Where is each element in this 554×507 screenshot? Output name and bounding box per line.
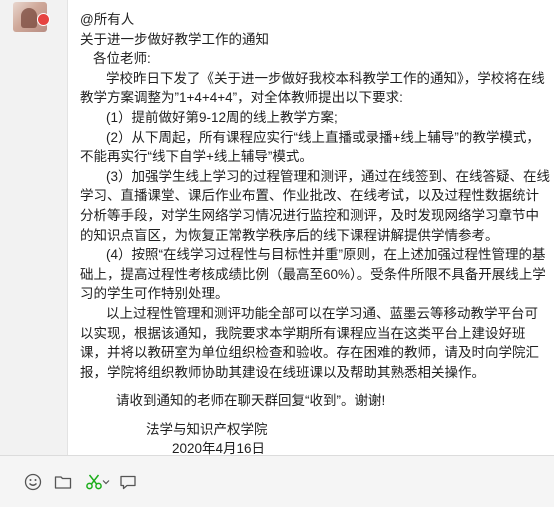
message-greeting: 各位老师: [93,51,151,67]
requirement-item-3: (3）加强学生线上学习的过程管理和测评，通过在线签到、在线答疑、在线学习、直播课… [80,168,551,243]
requirement-item-4: (4）按照“在线学习过程性与目标性并重”原则，在上述加强过程性管理的基础上，提高… [80,247,546,302]
message-subject: 关于进一步做好教学工作的通知 [80,31,269,47]
chevron-down-icon[interactable] [101,472,111,492]
input-toolbar [0,455,554,507]
notification-badge [37,13,50,26]
emoji-icon[interactable] [23,472,43,492]
avatar-figure [21,8,37,28]
chat-area: @所有人 关于进一步做好教学工作的通知 各位老师: 学校昨日下发了《关于进一步做… [0,0,554,456]
message-signature: 法学与知识产权学院 [146,421,268,437]
message-text[interactable]: @所有人 关于进一步做好教学工作的通知 各位老师: 学校昨日下发了《关于进一步做… [80,10,550,459]
mention-all: @所有人 [80,12,135,27]
message-paragraph-1: 学校昨日下发了《关于进一步做好我校本科教学工作的通知》，学校将在线教学方案调整为… [80,70,545,106]
message-paragraph-2: 以上过程性管理和测评功能全部可以在学习通、蓝墨云等移动教学平台可以实现，根据该通… [80,305,539,380]
message-closing: 请收到通知的老师在聊天群回复“收到”。谢谢! [116,393,386,409]
requirement-item-2: (2）从下周起，所有课程应实行“线上直播或录播+线上辅导”的教学模式，不能再实行… [80,129,540,165]
folder-icon[interactable] [53,472,73,492]
requirement-item-1: (1）提前做好第9-12周的线上教学方案; [106,109,338,125]
chat-bubble-icon[interactable] [118,472,138,492]
